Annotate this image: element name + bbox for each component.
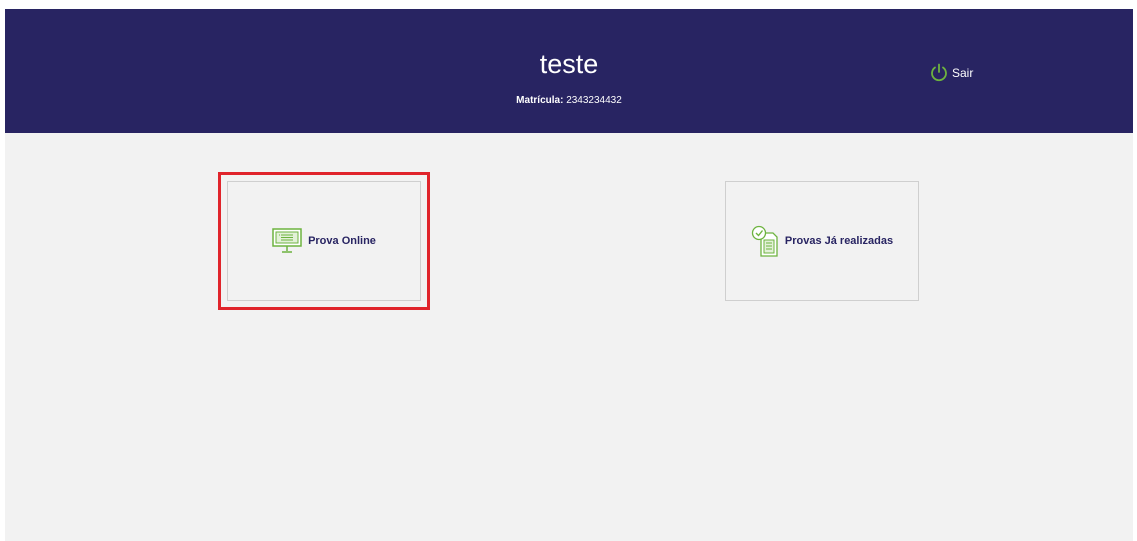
matricula-info: Matrícula: 2343234432 [5,94,1133,108]
prova-online-card[interactable]: Prova Online [218,172,430,310]
header-bar: teste Matrícula: 2343234432 Sair [5,9,1133,133]
matricula-value: 2343234432 [566,95,622,106]
app-frame: teste Matrícula: 2343234432 Sair Prova O… [5,9,1133,541]
prova-online-label: Prova Online [308,235,376,247]
provas-realizadas-label: Provas Já realizadas [784,235,894,247]
matricula-label: Matrícula: [516,95,564,106]
monitor-icon [272,228,302,254]
logout-button[interactable]: Sair [929,62,973,84]
power-icon [931,63,947,82]
checked-document-icon [751,225,779,257]
logout-label: Sair [952,66,974,80]
provas-realizadas-card[interactable]: Provas Já realizadas [725,181,919,301]
